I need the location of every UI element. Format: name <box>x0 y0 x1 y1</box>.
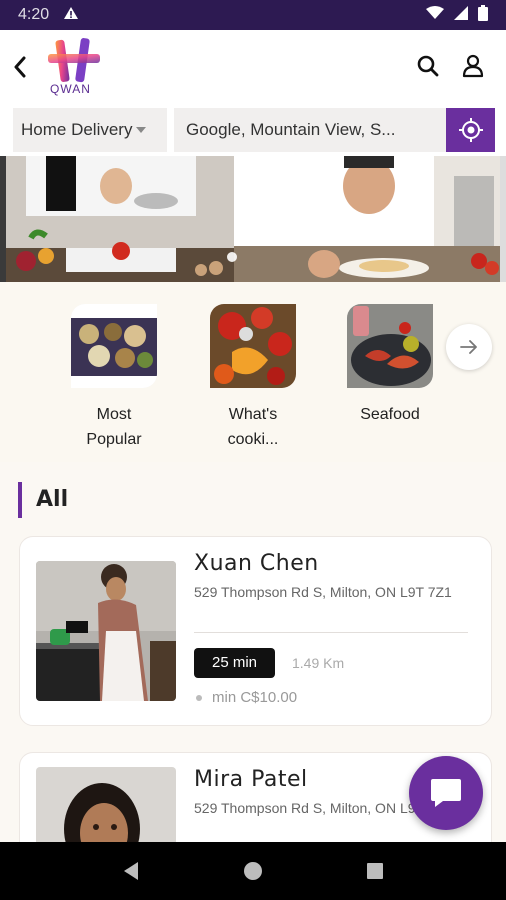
arrow-right-icon[interactable] <box>446 324 492 370</box>
category-seafood[interactable]: Seafood <box>320 304 460 427</box>
banner-scrollbar <box>500 156 506 282</box>
category-label-line2: cooki... <box>227 431 279 448</box>
wifi-icon <box>426 6 444 24</box>
category-label-line1: What's <box>228 406 278 423</box>
min-order-label: min C$10.00 <box>212 689 298 706</box>
system-nav-bar <box>0 842 506 900</box>
category-image-whats-cooking <box>210 304 296 388</box>
category-most-popular[interactable]: Most Popular <box>44 304 184 452</box>
category-label-line1: Most <box>96 406 132 423</box>
crosshair-icon[interactable] <box>446 108 495 152</box>
banner-image-chef-cooking <box>6 156 234 282</box>
app-header: QWAN <box>0 30 506 104</box>
signal-icon <box>454 6 468 24</box>
category-label-line1: Seafood <box>360 406 420 423</box>
restaurant-name: Xuan Chen <box>194 551 319 576</box>
banner-indicator-dot <box>227 252 237 262</box>
category-whats-cooking[interactable]: What's cooki... <box>183 304 323 452</box>
restaurant-distance: 1.49 Km <box>292 655 345 671</box>
search-icon[interactable] <box>414 52 442 80</box>
banner-image-chef-plating <box>234 156 500 282</box>
delivery-time-badge: 25 min <box>194 648 276 678</box>
user-icon[interactable] <box>459 52 487 80</box>
nav-home-icon[interactable] <box>233 851 273 891</box>
chevron-down-icon <box>136 127 147 133</box>
delivery-mode-select[interactable]: Home Delivery <box>13 108 167 152</box>
restaurant-image <box>36 561 176 701</box>
address-field[interactable]: Google, Mountain View, S... <box>174 108 446 152</box>
restaurant-name: Mira Patel <box>194 767 308 792</box>
category-carousel: Most Popular What's cooki... Seafood <box>0 282 506 462</box>
chat-icon[interactable] <box>409 756 483 830</box>
status-time: 4:20 <box>18 6 50 23</box>
nav-back-icon[interactable] <box>111 851 151 891</box>
card-divider <box>194 632 468 633</box>
min-order: min C$10.00 <box>196 689 297 706</box>
restaurant-address: 529 Thompson Rd S, Milton, ON L9T 7Z1 <box>194 584 452 600</box>
location-bar: Home Delivery Google, Mountain View, S..… <box>0 104 506 156</box>
delivery-mode-label: Home Delivery <box>21 120 133 139</box>
section-title: All <box>18 482 68 518</box>
logo-text: QWAN <box>50 82 91 96</box>
warning-icon <box>63 6 79 24</box>
restaurant-card[interactable]: Xuan Chen 529 Thompson Rd S, Milton, ON … <box>19 536 492 726</box>
battery-icon <box>478 5 488 25</box>
back-arrow-icon[interactable] <box>8 52 32 82</box>
status-bar: 4:20 <box>0 0 506 30</box>
nav-recents-icon[interactable] <box>355 851 395 891</box>
category-label-line2: Popular <box>86 431 142 448</box>
category-image-seafood <box>347 304 433 388</box>
bullet-icon <box>196 694 202 701</box>
promo-banner[interactable] <box>0 156 506 282</box>
category-image-most-popular <box>71 304 157 388</box>
